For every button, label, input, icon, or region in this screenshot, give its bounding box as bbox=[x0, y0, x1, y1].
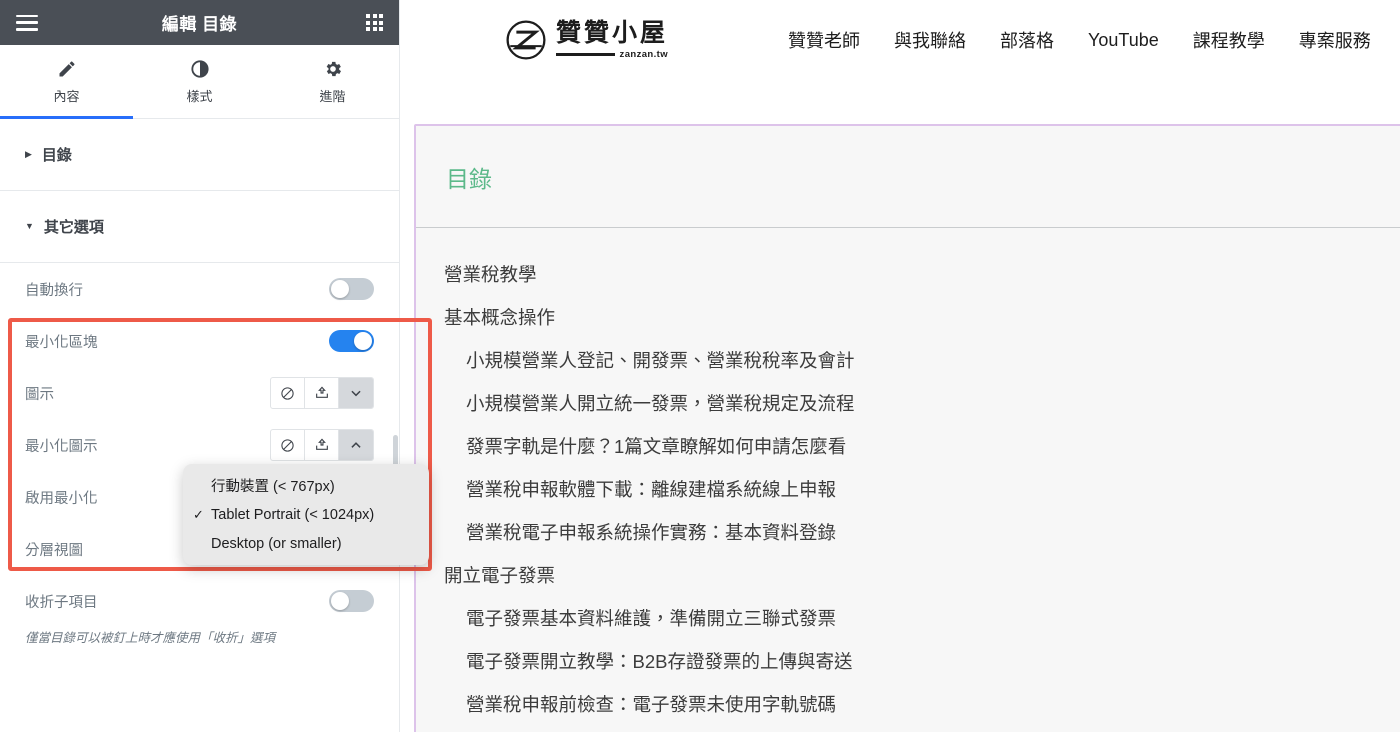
chevron-up-icon[interactable] bbox=[339, 430, 373, 460]
toc-item[interactable]: 小規模營業人登記、開發票、營業稅稅率及會計 bbox=[416, 340, 1400, 383]
dropdown-option-mobile-label: 行動裝置 (< 767px) bbox=[211, 479, 335, 495]
control-icon: 圖示 bbox=[25, 367, 374, 419]
editor-window: 編輯 目錄 內容 樣式 進階 ▶ 目錄 ▼ 其它選項 自動換行 最小化區塊 圖示… bbox=[0, 0, 1400, 732]
none-icon[interactable] bbox=[271, 430, 305, 460]
site-logo[interactable]: 贊贊小屋 zanzan.tw bbox=[505, 19, 668, 61]
control-minimize-box: 最小化區塊 bbox=[25, 315, 374, 367]
section-other-options-title: 其它選項 bbox=[43, 219, 104, 236]
dropdown-option-tablet-portrait[interactable]: ✓ Tablet Portrait (< 1024px) bbox=[183, 500, 429, 529]
circle-z-logo-icon bbox=[505, 19, 547, 61]
toggle-knob bbox=[331, 280, 349, 298]
toc-item[interactable]: 小規模營業人開立統一發票，營業稅規定及流程 bbox=[416, 383, 1400, 426]
control-word-wrap: 自動換行 bbox=[25, 263, 374, 315]
toc-title: 目錄 bbox=[446, 165, 492, 192]
toc-header: 目錄 bbox=[416, 126, 1400, 228]
hamburger-icon[interactable] bbox=[16, 14, 38, 31]
tab-style-label: 樣式 bbox=[186, 88, 213, 104]
gear-icon bbox=[323, 59, 343, 79]
dropdown-option-mobile[interactable]: 行動裝置 (< 767px) bbox=[183, 471, 429, 500]
elementor-panel: 編輯 目錄 內容 樣式 進階 ▶ 目錄 ▼ 其它選項 自動換行 最小化區塊 圖示… bbox=[0, 0, 432, 732]
collapse-hint-text: 僅當目錄可以被釘上時才應使用「收折」選項 bbox=[25, 631, 276, 645]
toc-item[interactable]: 開立電子發票 bbox=[416, 555, 1400, 598]
toc-item[interactable]: 營業稅申報軟體下載：離線建檔系統線上申報 bbox=[416, 469, 1400, 512]
upload-icon[interactable] bbox=[305, 378, 339, 408]
site-header: 贊贊小屋 zanzan.tw 贊贊老師 與我聯絡 部落格 YouTube 課程教… bbox=[400, 0, 1400, 80]
tab-content-label: 內容 bbox=[53, 88, 80, 104]
dropdown-option-desktop[interactable]: Desktop (or smaller) bbox=[183, 529, 429, 558]
toggle-knob bbox=[354, 332, 372, 350]
nav-item-youtube[interactable]: YouTube bbox=[1088, 30, 1159, 51]
upload-icon[interactable] bbox=[305, 430, 339, 460]
chevron-down-icon: ▼ bbox=[25, 221, 34, 231]
site-logo-subtitle: zanzan.tw bbox=[619, 49, 669, 60]
chevron-down-icon[interactable] bbox=[339, 378, 373, 408]
chevron-right-icon: ▶ bbox=[25, 149, 32, 159]
control-collapse-subitems-label: 收折子項目 bbox=[25, 594, 98, 611]
nav-item-teacher[interactable]: 贊贊老師 bbox=[788, 27, 860, 53]
collapse-subitems-toggle[interactable] bbox=[329, 590, 374, 612]
control-collapse-subitems: 收折子項目 bbox=[25, 575, 374, 627]
breakpoint-dropdown-menu: 行動裝置 (< 767px) ✓ Tablet Portrait (< 1024… bbox=[183, 464, 429, 565]
nav-item-services[interactable]: 專案服務 bbox=[1299, 27, 1371, 53]
tab-advanced-label: 進階 bbox=[319, 88, 346, 104]
control-hierarchical-view-label: 分層視圖 bbox=[25, 542, 83, 559]
toc-item[interactable]: 基本概念操作 bbox=[416, 297, 1400, 340]
control-word-wrap-label: 自動換行 bbox=[25, 282, 83, 299]
nav-item-contact[interactable]: 與我聯絡 bbox=[894, 27, 966, 53]
section-other-options[interactable]: ▼ 其它選項 bbox=[0, 191, 399, 263]
control-minimize-box-label: 最小化區塊 bbox=[25, 334, 98, 351]
control-minimize-icon-label: 最小化圖示 bbox=[25, 438, 98, 455]
toc-item[interactable]: 電子發票開立教學：B2B存證發票的上傳與寄送 bbox=[416, 641, 1400, 684]
toc-item[interactable]: 發票字軌是什麼？1篇文章瞭解如何申請怎麼看 bbox=[416, 426, 1400, 469]
toc-item[interactable]: 營業稅電子申報系統操作實務：基本資料登錄 bbox=[416, 512, 1400, 555]
tab-content[interactable]: 內容 bbox=[0, 45, 133, 119]
toc-item[interactable]: 營業稅教學 bbox=[416, 254, 1400, 297]
pencil-icon bbox=[57, 59, 77, 79]
tab-advanced[interactable]: 進階 bbox=[266, 45, 399, 118]
site-preview: 贊贊小屋 zanzan.tw 贊贊老師 與我聯絡 部落格 YouTube 課程教… bbox=[400, 0, 1400, 732]
site-logo-text: 贊贊小屋 bbox=[556, 18, 669, 47]
logo-divider bbox=[556, 53, 615, 56]
dropdown-option-tablet-portrait-label: Tablet Portrait (< 1024px) bbox=[211, 506, 375, 523]
tab-style[interactable]: 樣式 bbox=[133, 45, 266, 118]
control-list: 自動換行 最小化區塊 圖示 最小化圖示 啟用最小化 分層視圖 收折子項目 僅當目… bbox=[0, 263, 399, 648]
icon-picker-group bbox=[270, 377, 374, 409]
contrast-icon bbox=[190, 59, 210, 79]
section-toc[interactable]: ▶ 目錄 bbox=[0, 119, 399, 191]
toggle-knob bbox=[331, 592, 349, 610]
panel-header: 編輯 目錄 bbox=[0, 0, 399, 45]
toc-list: 營業稅教學 基本概念操作 小規模營業人登記、開發票、營業稅稅率及會計 小規模營業… bbox=[416, 228, 1400, 727]
minimize-box-toggle[interactable] bbox=[329, 330, 374, 352]
check-icon: ✓ bbox=[193, 506, 204, 522]
panel-tabs: 內容 樣式 進階 bbox=[0, 45, 399, 119]
nav-item-blog[interactable]: 部落格 bbox=[1000, 27, 1054, 53]
grid-apps-icon[interactable] bbox=[366, 14, 383, 31]
toc-widget: 目錄 營業稅教學 基本概念操作 小規模營業人登記、開發票、營業稅稅率及會計 小規… bbox=[414, 124, 1400, 732]
panel-title: 編輯 目錄 bbox=[161, 15, 238, 34]
site-nav: 贊贊老師 與我聯絡 部落格 YouTube 課程教學 專案服務 bbox=[788, 27, 1371, 53]
minimize-icon-picker-group bbox=[270, 429, 374, 461]
dropdown-option-desktop-label: Desktop (or smaller) bbox=[211, 535, 342, 552]
control-icon-label: 圖示 bbox=[25, 386, 54, 403]
section-toc-title: 目錄 bbox=[41, 147, 72, 164]
none-icon[interactable] bbox=[271, 378, 305, 408]
word-wrap-toggle[interactable] bbox=[329, 278, 374, 300]
control-enable-minimize-label: 啟用最小化 bbox=[25, 490, 98, 507]
nav-item-courses[interactable]: 課程教學 bbox=[1193, 27, 1265, 53]
toc-item[interactable]: 電子發票基本資料維護，準備開立三聯式發票 bbox=[416, 598, 1400, 641]
toc-item[interactable]: 營業稅申報前檢查：電子發票未使用字軌號碼 bbox=[416, 684, 1400, 727]
